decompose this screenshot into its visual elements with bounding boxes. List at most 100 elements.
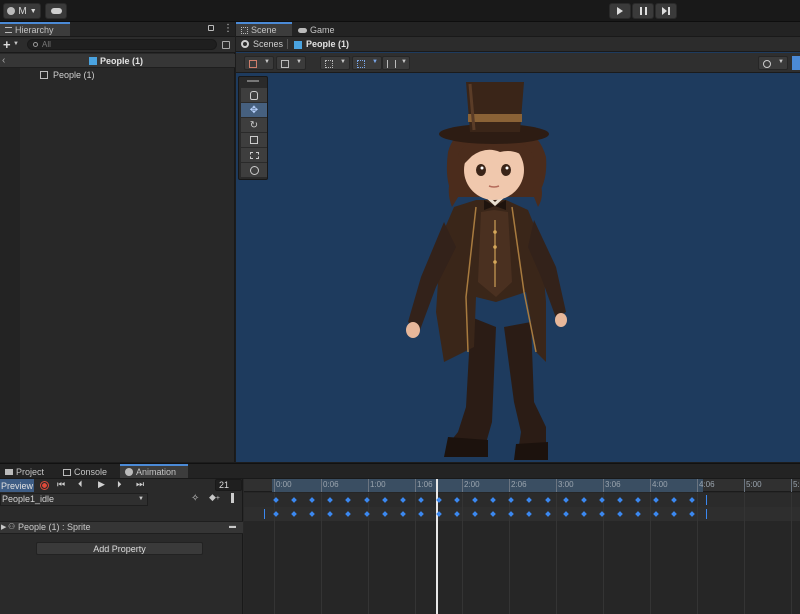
- chevron-down-icon: ▼: [401, 59, 407, 65]
- breadcrumb: Scenes People (1): [236, 37, 800, 52]
- scene-tabbar: Scene Game: [236, 22, 800, 37]
- tab-project[interactable]: Project: [0, 465, 58, 479]
- move-arrows-icon: ✥: [249, 104, 259, 116]
- animation-panel: Project Console Animation Preview ⏮ ⏴ ▶ …: [0, 463, 800, 614]
- step-bar-icon: [668, 7, 670, 15]
- keyframe-filter-icon[interactable]: ✧: [191, 493, 199, 504]
- tab-animation[interactable]: Animation: [120, 464, 188, 478]
- first-frame-icon[interactable]: ⏮: [57, 479, 65, 490]
- list-item[interactable]: People (1): [20, 68, 235, 82]
- dopesheet-timeline[interactable]: 0:00 0:06 1:00 1:06 2:00 2:06 3:00 3:06 4:00 4:06…: [244, 479, 800, 614]
- ruler-tick-mark: [509, 479, 510, 492]
- play-icon[interactable]: ▶: [98, 479, 105, 490]
- clip-end-marker: [706, 509, 707, 519]
- breadcrumb-root[interactable]: Scenes: [253, 39, 283, 49]
- grid-icon: [325, 60, 333, 68]
- tab-scene-label: Scene: [251, 25, 277, 35]
- property-options-icon[interactable]: ▬: [229, 523, 236, 530]
- clip-end-marker: [706, 495, 707, 505]
- tab-game-label: Game: [310, 25, 335, 35]
- ruler-tick-label: 1:00: [370, 480, 386, 489]
- tab-hierarchy[interactable]: Hierarchy: [0, 22, 70, 36]
- snap-increment-icon: [387, 60, 396, 68]
- rotate-tool-button[interactable]: ↻: [241, 118, 267, 132]
- hand-icon: [250, 90, 258, 100]
- next-frame-icon[interactable]: ⏵: [117, 479, 122, 490]
- back-chevron-icon[interactable]: ‹: [2, 55, 5, 66]
- chevron-down-icon[interactable]: ▼: [13, 41, 19, 47]
- hand-tool-button[interactable]: [241, 88, 267, 102]
- character-sprite[interactable]: [396, 82, 616, 467]
- search-input[interactable]: All: [27, 39, 217, 50]
- search-options-icon[interactable]: [222, 41, 230, 49]
- account-label: M: [18, 5, 27, 17]
- grid-visibility-dropdown[interactable]: ▼: [352, 56, 382, 70]
- clip-dropdown[interactable]: People1_idle ▼: [0, 493, 148, 506]
- add-event-icon[interactable]: [231, 493, 234, 503]
- list-icon: [5, 27, 12, 33]
- move-tool-button[interactable]: ✥: [241, 103, 267, 117]
- hierarchy-tabbar: Hierarchy ⋮: [0, 22, 235, 37]
- ruler-tick-mark: [650, 479, 651, 492]
- sprite-renderer-icon: ⚇: [8, 522, 16, 531]
- transform-tool-button[interactable]: [241, 163, 267, 177]
- account-dropdown[interactable]: M ▼: [3, 3, 41, 19]
- chevron-down-icon: ▼: [340, 59, 346, 65]
- pause-button[interactable]: [632, 3, 654, 19]
- timeline-grid-line: [462, 493, 463, 614]
- shading-dropdown[interactable]: ▼: [276, 56, 306, 70]
- lock-icon[interactable]: [208, 25, 214, 31]
- ruler-tick-label: 5:00: [746, 480, 762, 489]
- scene-header[interactable]: ‹ People (1): [0, 54, 235, 68]
- scale-tool-button[interactable]: [241, 133, 267, 147]
- breadcrumb-current[interactable]: People (1): [306, 39, 349, 49]
- list-item-label: People (1): [53, 70, 95, 80]
- clip-end-marker: [264, 509, 265, 519]
- add-keyframe-icon[interactable]: ◆+: [209, 492, 220, 503]
- grid-snap-dropdown[interactable]: ▼: [320, 56, 350, 70]
- frame-field[interactable]: 21: [215, 479, 242, 491]
- ruler-tick-label: 3:00: [558, 480, 574, 489]
- main-toolbar: M ▼: [0, 0, 800, 22]
- step-button[interactable]: [655, 3, 677, 19]
- scene-toolbar: ▼ ▼ ▼ ▼ ▼ ▼: [236, 53, 800, 73]
- draw-mode-dropdown[interactable]: ▼: [244, 56, 274, 70]
- add-property-button[interactable]: Add Property: [36, 542, 203, 555]
- cube-icon: [281, 60, 289, 68]
- rect-tool-button[interactable]: [241, 148, 267, 162]
- ruler-tick-label: 2:06: [511, 480, 527, 489]
- ruler-tick-mark: [697, 479, 698, 492]
- play-button[interactable]: [609, 3, 631, 19]
- preview-toggle[interactable]: Preview: [0, 479, 34, 492]
- hierarchy-gutter: [0, 68, 20, 462]
- chevron-down-icon: ▼: [296, 59, 302, 65]
- timeline-grid-line: [603, 493, 604, 614]
- ruler-tick-mark: [274, 479, 275, 492]
- tab-game[interactable]: Game: [293, 23, 343, 37]
- timeline-grid-line: [650, 493, 651, 614]
- drag-handle-icon[interactable]: [247, 80, 259, 82]
- clock-icon: [125, 468, 133, 476]
- cloud-button[interactable]: [45, 3, 67, 19]
- gizmos-toggle[interactable]: [792, 56, 800, 70]
- tab-hierarchy-label: Hierarchy: [15, 25, 54, 35]
- tab-console[interactable]: Console: [58, 465, 120, 479]
- record-icon[interactable]: [40, 481, 49, 490]
- tab-project-label: Project: [16, 467, 45, 477]
- more-options-icon[interactable]: ⋮: [223, 23, 233, 34]
- last-frame-icon[interactable]: ⏭: [136, 479, 144, 490]
- property-row[interactable]: ▶ ⚇ People (1) : Sprite ▬: [0, 521, 243, 534]
- timeline-grid-line: [556, 493, 557, 614]
- prefab-cube-icon: [294, 41, 302, 49]
- ruler-tick-mark: [791, 479, 792, 492]
- timeline-ruler[interactable]: 0:00 0:06 1:00 1:06 2:00 2:06 3:00 3:06 4:00 4:06…: [244, 479, 800, 492]
- prev-frame-icon[interactable]: ⏴: [78, 479, 83, 490]
- folder-icon: [5, 469, 13, 475]
- add-icon[interactable]: +: [3, 37, 11, 52]
- increment-snap-dropdown[interactable]: ▼: [382, 56, 410, 70]
- tab-scene[interactable]: Scene: [236, 22, 292, 36]
- expand-icon[interactable]: ▶: [1, 523, 6, 531]
- console-icon: [63, 468, 71, 476]
- camera-settings-dropdown[interactable]: ▼: [758, 56, 788, 70]
- grid-snap-icon: [357, 60, 365, 68]
